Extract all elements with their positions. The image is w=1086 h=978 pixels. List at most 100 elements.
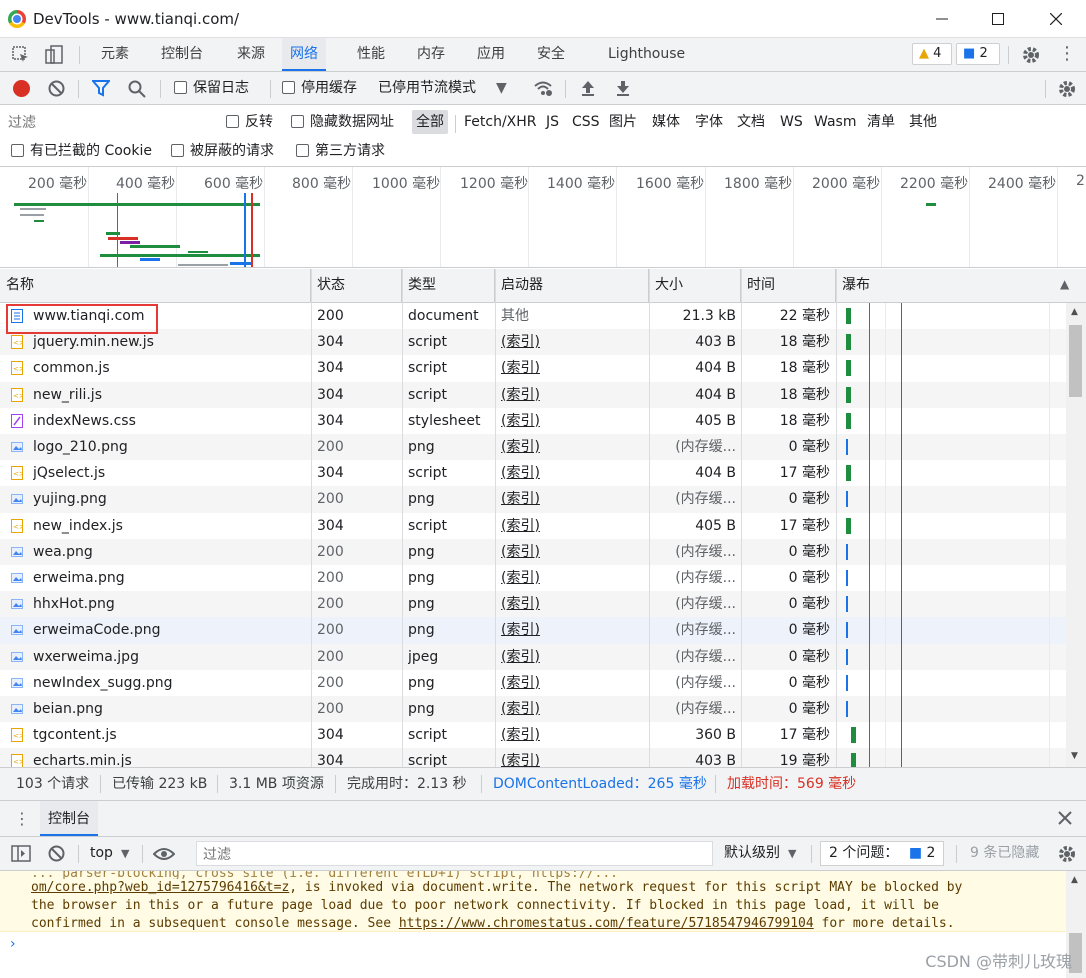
waterfall-bar[interactable] <box>846 543 848 560</box>
type-filter-doc[interactable]: 文档 <box>737 110 765 134</box>
checkbox-box[interactable] <box>11 144 24 157</box>
request-name[interactable]: wxerweima.jpg <box>33 644 303 670</box>
waterfall-bar[interactable] <box>846 674 848 691</box>
request-initiator[interactable]: (索引) <box>501 434 641 460</box>
issues-button[interactable]: 2 个问题： ■ 2 <box>820 841 944 866</box>
waterfall-bar[interactable] <box>846 622 848 639</box>
tab-elements[interactable]: 元素 <box>101 38 129 71</box>
network-conditions-icon[interactable] <box>533 79 553 101</box>
request-name[interactable]: echarts.min.js <box>33 748 303 767</box>
console-settings-gear-icon[interactable] <box>1057 844 1077 868</box>
checkbox-box[interactable] <box>296 144 309 157</box>
request-name[interactable]: common.js <box>33 355 303 381</box>
column-header-waterfall[interactable]: 瀑布 <box>836 269 1066 302</box>
tab-application[interactable]: 应用 <box>477 38 505 71</box>
filter-icon[interactable] <box>90 80 112 101</box>
tab-performance[interactable]: 性能 <box>357 38 385 71</box>
settings-gear-icon[interactable] <box>1021 45 1041 69</box>
request-name[interactable]: logo_210.png <box>33 434 303 460</box>
waterfall-bar[interactable] <box>846 334 851 351</box>
drawer-menu-icon[interactable]: ⋮ <box>14 809 30 828</box>
minimize-button[interactable] <box>914 0 970 38</box>
request-initiator[interactable]: (索引) <box>501 617 641 643</box>
requests-scrollbar[interactable]: ▲ ▼ <box>1066 303 1086 767</box>
request-row[interactable]: <> jQselect.js 304 script (索引) 404 B 17 毫秒 <box>0 460 1066 486</box>
scroll-up-icon[interactable]: ▲ <box>1071 307 1078 317</box>
console-sidebar-icon[interactable] <box>11 845 31 866</box>
request-initiator[interactable]: (索引) <box>501 355 641 381</box>
waterfall-bar[interactable] <box>846 570 848 586</box>
checkbox-box[interactable] <box>226 115 239 128</box>
column-header-status[interactable]: 状态 <box>311 269 402 302</box>
drawer-tab-console[interactable]: 控制台 <box>40 801 98 836</box>
request-row[interactable]: <> new_index.js 304 script (索引) 405 B 17 毫秒 <box>0 513 1066 539</box>
chromestatus-link[interactable]: https://www.chromestatus.com/feature/571… <box>399 916 814 931</box>
type-filter-css[interactable]: CSS <box>572 110 600 134</box>
network-settings-gear-icon[interactable] <box>1057 79 1077 103</box>
request-name[interactable]: newIndex_sugg.png <box>33 670 303 696</box>
column-header-name[interactable]: 名称 <box>0 269 311 302</box>
request-name[interactable]: yujing.png <box>33 486 303 512</box>
waterfall-bar[interactable] <box>846 491 848 508</box>
console-source-link[interactable]: om/core.php?web_id=1275796416&t=z <box>31 880 289 895</box>
request-initiator[interactable]: (索引) <box>501 748 641 767</box>
sort-ascending-icon[interactable]: ▲ <box>1060 277 1069 291</box>
waterfall-bar[interactable] <box>846 701 848 717</box>
request-initiator[interactable]: (索引) <box>501 486 641 512</box>
waterfall-bar[interactable] <box>846 517 851 534</box>
request-name[interactable]: wea.png <box>33 539 303 565</box>
close-window-button[interactable] <box>1028 0 1084 38</box>
column-header-size[interactable]: 大小 <box>649 269 741 302</box>
record-button[interactable] <box>13 80 30 97</box>
waterfall-bar[interactable] <box>851 727 856 744</box>
request-initiator[interactable]: (索引) <box>501 408 641 434</box>
request-initiator[interactable]: (索引) <box>501 382 641 408</box>
request-row[interactable]: <> common.js 304 script (索引) 404 B 18 毫秒 <box>0 355 1066 381</box>
scroll-down-icon[interactable]: ▼ <box>1071 751 1078 761</box>
tab-security[interactable]: 安全 <box>537 38 565 71</box>
request-initiator[interactable]: (索引) <box>501 644 641 670</box>
request-initiator[interactable]: (索引) <box>501 460 641 486</box>
checkbox-box[interactable] <box>174 81 187 94</box>
maximize-button[interactable] <box>970 0 1026 38</box>
request-row[interactable]: newIndex_sugg.png 200 png (索引) (内存缓... 0 毫秒 <box>0 670 1066 696</box>
inspect-element-icon[interactable] <box>12 46 30 68</box>
waterfall-bar[interactable] <box>846 308 851 324</box>
request-name[interactable]: hhxHot.png <box>33 591 303 617</box>
tab-memory[interactable]: 内存 <box>417 38 445 71</box>
checkbox-box[interactable] <box>282 81 295 94</box>
import-har-icon[interactable] <box>580 80 596 101</box>
messages-badge[interactable]: ■ 2 <box>956 43 1000 65</box>
request-name[interactable]: erweima.png <box>33 565 303 591</box>
network-overview[interactable]: 200 毫秒 400 毫秒 600 毫秒 800 毫秒 1000 毫秒 1200 毫秒 14… <box>0 167 1086 268</box>
clear-console-icon[interactable] <box>48 845 65 866</box>
request-name[interactable]: erweimaCode.png <box>33 617 303 643</box>
request-row[interactable]: <> jquery.min.new.js 304 script (索引) 403 B 18 … <box>0 329 1066 356</box>
search-icon[interactable] <box>128 80 146 102</box>
request-row[interactable]: <> new_rili.js 304 script (索引) 404 B 18 毫秒 <box>0 381 1066 408</box>
type-filter-wasm[interactable]: Wasm <box>814 110 856 134</box>
blocked-cookies-checkbox[interactable]: 有已拦截的 Cookie <box>11 139 152 163</box>
console-filter-input[interactable] <box>196 841 713 866</box>
warnings-badge[interactable]: ▲ 4 <box>912 43 952 65</box>
request-row[interactable]: indexNews.css 304 stylesheet (索引) 405 B 18 毫秒 <box>0 408 1066 434</box>
throttling-select[interactable]: 已停用节流模式 ▼ <box>378 72 507 105</box>
request-initiator[interactable]: (索引) <box>501 591 641 617</box>
disable-cache-checkbox[interactable]: 停用缓存 <box>282 72 357 105</box>
request-row[interactable]: beian.png 200 png (索引) (内存缓... 0 毫秒 <box>0 696 1066 723</box>
type-filter-js[interactable]: JS <box>546 110 559 134</box>
column-header-type[interactable]: 类型 <box>402 269 495 302</box>
type-filter-img[interactable]: 图片 <box>609 110 637 134</box>
type-filter-ws[interactable]: WS <box>780 110 803 134</box>
request-row[interactable]: hhxHot.png 200 png (索引) (内存缓... 0 毫秒 <box>0 591 1066 618</box>
live-expression-eye-icon[interactable] <box>152 846 176 866</box>
tab-console[interactable]: 控制台 <box>161 38 203 71</box>
invert-checkbox[interactable]: 反转 <box>226 110 273 134</box>
request-row[interactable]: <> echarts.min.js 304 script (索引) 403 B 19 毫秒 <box>0 748 1066 767</box>
device-toolbar-icon[interactable] <box>45 45 65 69</box>
hide-data-urls-checkbox[interactable]: 隐藏数据网址 <box>291 110 394 134</box>
blocked-requests-checkbox[interactable]: 被屏蔽的请求 <box>171 139 274 163</box>
request-initiator[interactable]: (索引) <box>501 329 641 355</box>
waterfall-bar[interactable] <box>846 386 851 403</box>
request-initiator[interactable]: (索引) <box>501 696 641 722</box>
